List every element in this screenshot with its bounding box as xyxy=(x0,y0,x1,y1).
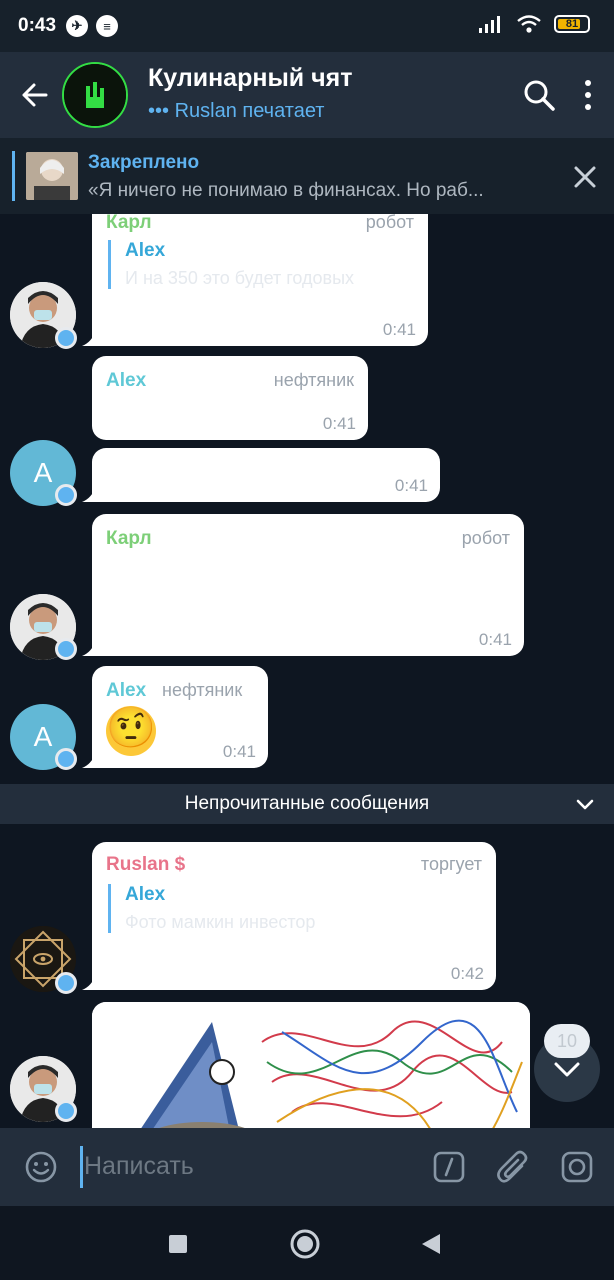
message-bubble[interactable]: Ruslan $ торгует Alex Фото мамкин инвест… xyxy=(92,842,496,990)
online-indicator xyxy=(55,1100,77,1122)
pinned-indicator xyxy=(12,151,15,201)
bubble-tail xyxy=(82,640,96,656)
online-indicator xyxy=(55,748,77,770)
nav-stop-icon[interactable] xyxy=(168,1234,188,1254)
quote-text: Фото мамкин инвестор xyxy=(125,912,316,932)
chevron-down-icon xyxy=(554,1062,580,1077)
message-input-bar: Написать xyxy=(0,1128,614,1206)
message-bubble[interactable]: Карл робот Alex И на 350 это будет годов… xyxy=(92,214,428,346)
quote-sender: Alex xyxy=(125,884,166,905)
reply-quote[interactable]: Alex Фото мамкин инвестор xyxy=(108,884,465,933)
close-icon[interactable] xyxy=(572,164,598,190)
pinned-message-bar[interactable]: Закреплено «Я ничего не понимаю в финанс… xyxy=(0,138,614,215)
chat-avatar[interactable] xyxy=(62,62,128,128)
sender-name[interactable]: Карл xyxy=(106,528,152,550)
more-vert-icon[interactable] xyxy=(578,78,598,112)
message-time: 0:41 xyxy=(394,476,428,495)
bubble-tail xyxy=(82,330,96,346)
sender-name[interactable]: Карл xyxy=(106,214,152,234)
sender-role: робот xyxy=(365,214,414,232)
sender-name[interactable]: Alex xyxy=(106,680,146,702)
battery-icon: 81 xyxy=(554,15,590,33)
pinned-thumbnail xyxy=(26,152,78,200)
message-time: 0:42 xyxy=(450,964,484,983)
sync-notification-icon: ≡ xyxy=(96,15,118,37)
message-list[interactable]: Карл робот Alex И на 350 это будет годов… xyxy=(0,214,614,1128)
online-indicator xyxy=(55,484,77,506)
reply-quote[interactable]: Alex И на 350 это будет годовых xyxy=(108,240,415,289)
status-bar: 0:43 ✈ ≡ 81 xyxy=(0,0,614,52)
system-nav-bar xyxy=(0,1206,614,1280)
sender-role: торгует xyxy=(420,854,482,874)
camera-icon[interactable] xyxy=(560,1150,594,1184)
message-bubble[interactable]: Карл робот 0:41 xyxy=(92,514,524,656)
battery-level: 81 xyxy=(565,18,579,30)
online-indicator xyxy=(55,327,77,349)
sender-name[interactable]: Ruslan $ xyxy=(106,854,185,876)
status-time: 0:43 xyxy=(18,15,57,36)
message-time: 0:41 xyxy=(382,320,416,339)
sender-role: нефтяник xyxy=(162,680,243,700)
message-time: 0:41 xyxy=(478,630,512,649)
chat-header: Кулинарный чят ••• Ruslan печатает xyxy=(0,52,614,138)
nav-back-icon[interactable] xyxy=(420,1232,442,1256)
bubble-tail xyxy=(82,974,96,990)
message-input[interactable]: Написать xyxy=(84,1152,194,1181)
message-time: 0:41 xyxy=(222,742,256,761)
typing-status: ••• Ruslan печатает xyxy=(148,100,325,122)
message-bubble[interactable]: 0:41 xyxy=(92,448,440,502)
text-cursor xyxy=(80,1146,83,1188)
sender-name[interactable]: Alex xyxy=(106,370,146,392)
back-arrow-icon[interactable] xyxy=(18,79,50,111)
sender-role: нефтяник xyxy=(273,370,354,390)
telegram-notification-icon: ✈ xyxy=(66,15,88,37)
quote-sender: Alex xyxy=(125,240,166,261)
message-bubble[interactable]: Alex нефтяник 🤨 0:41 xyxy=(92,666,268,768)
emoji-icon[interactable] xyxy=(24,1150,58,1184)
nav-home-icon[interactable] xyxy=(289,1228,321,1260)
wifi-icon xyxy=(517,15,541,33)
message-time: 0:41 xyxy=(322,414,356,433)
image-message-bubble[interactable] xyxy=(92,1002,530,1128)
bubble-tail xyxy=(82,752,96,768)
signal-icon xyxy=(479,16,500,33)
quote-text: И на 350 это будет годовых xyxy=(125,268,355,288)
message-emoji: 🤨 xyxy=(106,706,156,756)
message-image[interactable] xyxy=(92,1002,530,1128)
pinned-title: Закреплено xyxy=(88,152,200,173)
chevron-down-icon[interactable] xyxy=(574,793,596,815)
online-indicator xyxy=(55,638,77,660)
chat-title[interactable]: Кулинарный чят xyxy=(148,64,352,93)
online-indicator xyxy=(55,972,77,994)
pinned-text: «Я ничего не понимаю в финансах. Но раб.… xyxy=(88,180,484,201)
unread-count-badge[interactable]: 10 xyxy=(544,1024,590,1058)
sender-role: робот xyxy=(461,528,510,548)
unread-divider[interactable]: Непрочитанные сообщения xyxy=(0,784,614,824)
message-bubble[interactable]: Alex нефтяник 0:41 xyxy=(92,356,368,440)
bot-command-icon[interactable] xyxy=(432,1150,466,1184)
search-icon[interactable] xyxy=(522,78,556,112)
unread-divider-label: Непрочитанные сообщения xyxy=(184,793,430,814)
bubble-tail xyxy=(82,486,96,502)
attach-icon[interactable] xyxy=(496,1150,530,1186)
